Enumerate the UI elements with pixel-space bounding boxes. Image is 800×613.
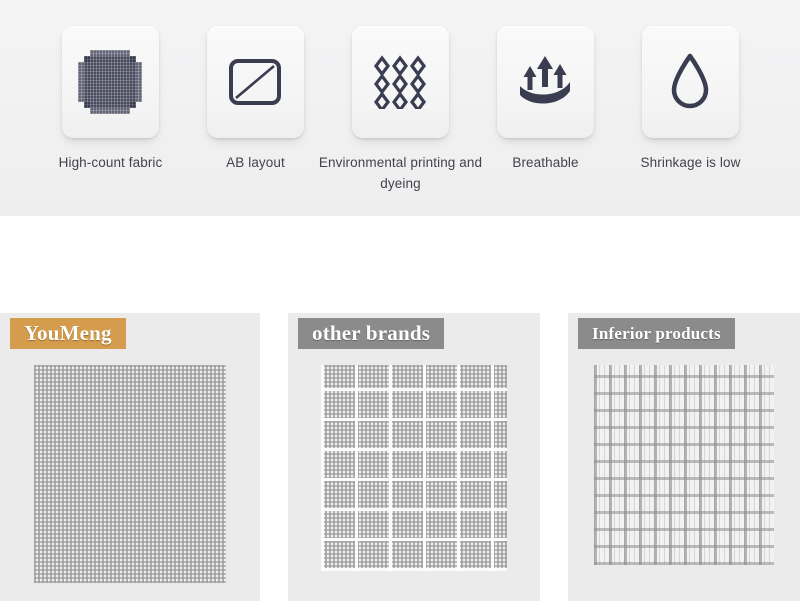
comparison-panel-youmeng: YouMeng [0, 313, 260, 601]
panel-tag-other-brands: other brands [298, 318, 445, 349]
feature-cards-row [0, 26, 800, 146]
fabric-comparison-section: YouMeng other brands Inferior products [0, 313, 800, 601]
panel-tag-label: YouMeng [24, 321, 112, 345]
fabric-swatch-icon [78, 50, 142, 114]
panel-tag-inferior-products: Inferior products [578, 318, 735, 349]
feature-label-ab-layout: AB layout [207, 152, 304, 173]
feature-label-text: Shrinkage is low [640, 155, 741, 170]
feature-label-shrinkage-is-low: Shrinkage is low [641, 152, 741, 173]
feature-label-breathable: Breathable [497, 152, 594, 173]
feature-label-high-count-fabric: High-count fabric [59, 152, 163, 173]
high-count-dense-weave [34, 365, 226, 583]
feature-card-breathable[interactable] [496, 26, 594, 138]
ab-layout-icon [227, 57, 283, 107]
feature-card-ab-layout[interactable] [206, 26, 304, 138]
feature-labels-row: High-count fabric AB layout Environmenta… [0, 152, 800, 194]
diamond-grid-icon [373, 55, 427, 109]
panel-tag-label: other brands [312, 321, 431, 345]
feature-card-environmental-printing[interactable] [351, 26, 449, 138]
comparison-panel-inferior-products: Inferior products [568, 313, 800, 601]
coarse-sparse-weave [594, 365, 774, 565]
features-section: High-count fabric AB layout Environmenta… [0, 0, 800, 216]
panel-tag-youmeng: YouMeng [10, 318, 126, 349]
medium-gapped-weave [321, 365, 507, 571]
feature-label-environmental-printing: Environmental printing and dyeing [319, 152, 482, 194]
panel-tag-label: Inferior products [592, 323, 721, 343]
feature-card-high-count-fabric[interactable] [61, 26, 159, 138]
feature-card-shrinkage-is-low[interactable] [641, 26, 739, 138]
comparison-panel-other-brands: other brands [288, 313, 540, 601]
water-droplet-icon [668, 52, 712, 112]
breathable-arrows-icon [515, 54, 575, 110]
